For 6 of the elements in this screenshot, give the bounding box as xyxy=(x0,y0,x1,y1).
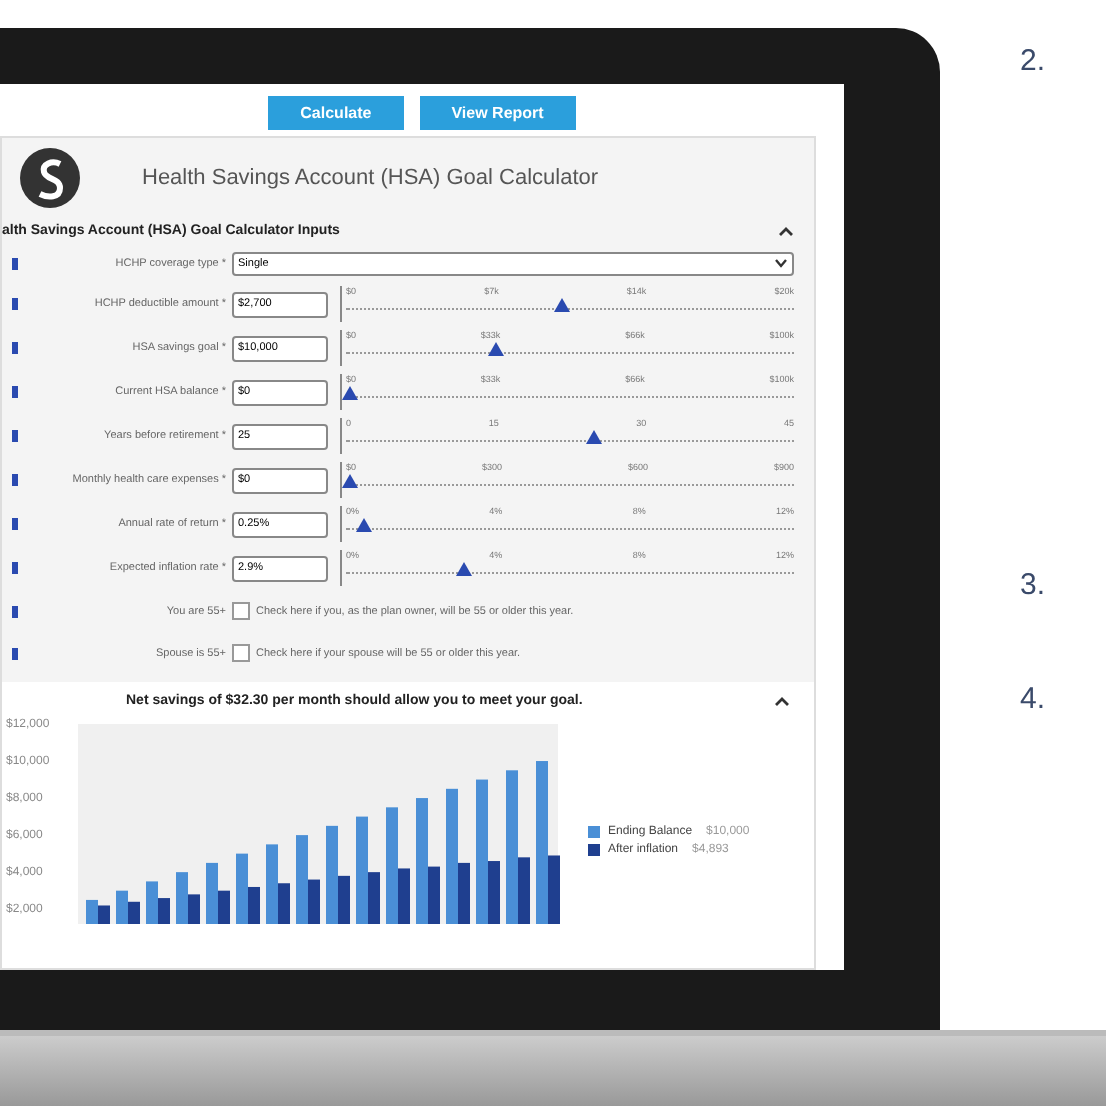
step-number: 4. xyxy=(1020,682,1048,716)
action-button[interactable]: Calculate xyxy=(268,96,404,130)
step-number: 2. xyxy=(1020,44,1048,78)
calculator-title: Health Savings Account (HSA) Goal Calculator xyxy=(142,166,599,190)
action-button[interactable]: View Report xyxy=(419,96,576,130)
step-number: 3. xyxy=(1020,568,1048,602)
